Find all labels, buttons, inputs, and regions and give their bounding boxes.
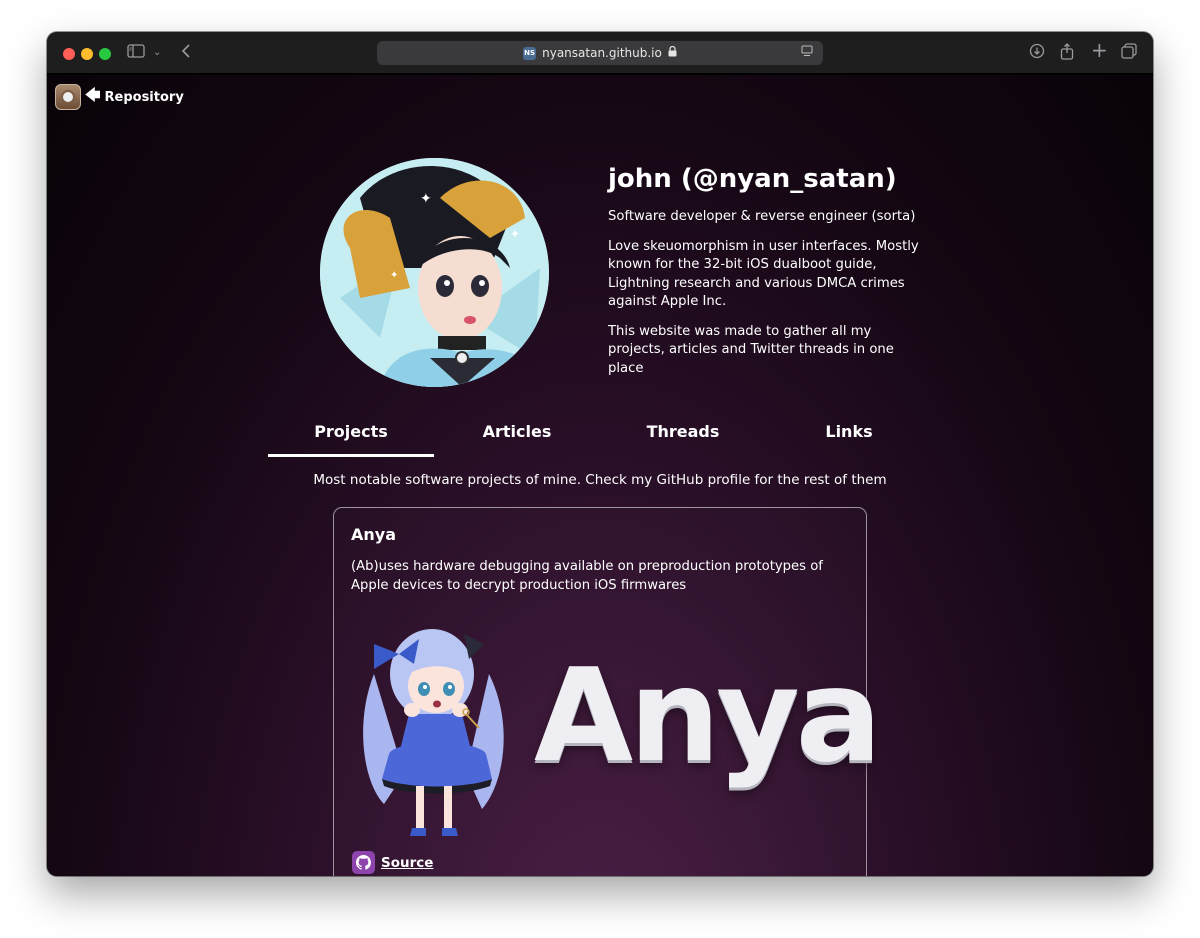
project-banner-logo-text: Anya xyxy=(534,642,882,791)
reader-mode-icon[interactable] xyxy=(801,45,813,60)
project-description: (Ab)uses hardware debugging available on… xyxy=(351,559,823,593)
project-banner: Anya xyxy=(354,614,882,846)
source-label: Source xyxy=(381,854,434,871)
zoom-window-button[interactable] xyxy=(99,48,111,60)
tab-overview-icon[interactable] xyxy=(1121,43,1137,64)
section-tabs: Projects Articles Threads Links xyxy=(268,421,932,457)
chevron-down-icon[interactable]: ⌄ xyxy=(153,43,161,63)
svg-text:✦: ✦ xyxy=(510,227,520,241)
tab-links[interactable]: Links xyxy=(766,421,932,457)
new-tab-icon[interactable]: + xyxy=(1091,40,1108,60)
source-link[interactable]: Source xyxy=(352,851,433,874)
profile-tagline: Software developer & reverse engineer (s… xyxy=(608,209,916,224)
download-icon[interactable] xyxy=(1029,43,1045,64)
arrow-left-icon: 🡄 xyxy=(85,85,101,104)
tab-projects[interactable]: Projects xyxy=(268,421,434,457)
lock-icon xyxy=(668,45,677,60)
minimize-window-button[interactable] xyxy=(81,48,93,60)
url-text: nyansatan.github.io xyxy=(542,46,662,60)
close-window-button[interactable] xyxy=(63,48,75,60)
tab-articles[interactable]: Articles xyxy=(434,421,600,457)
page-content: 🡄 Repository ✦ ✦ ✦ john (@nyan_satan) So… xyxy=(47,75,1153,876)
svg-text:✦: ✦ xyxy=(420,191,432,207)
repository-link[interactable]: 🡄 Repository xyxy=(55,84,184,110)
svg-text:✦: ✦ xyxy=(390,270,398,281)
sidebar-icon[interactable] xyxy=(127,43,145,63)
github-icon xyxy=(352,851,375,874)
project-title: Anya xyxy=(351,525,396,544)
browser-window: ⌄ NS nyansatan.github.io + 🡄 Repository … xyxy=(47,32,1153,876)
profile-name: john (@nyan_satan) xyxy=(608,164,897,194)
projects-intro: Most notable software projects of mine. … xyxy=(313,472,887,488)
address-bar[interactable]: NS nyansatan.github.io xyxy=(377,41,823,65)
site-favicon-icon: NS xyxy=(523,46,537,60)
repository-icon xyxy=(55,84,81,110)
back-icon[interactable] xyxy=(181,43,191,63)
avatar: ✦ ✦ ✦ xyxy=(320,158,549,387)
profile-about: This website was made to gather all my p… xyxy=(608,323,894,376)
tab-threads[interactable]: Threads xyxy=(600,421,766,457)
project-card: Anya (Ab)uses hardware debugging availab… xyxy=(333,507,882,876)
profile-bio: Love skeuomorphism in user interfaces. M… xyxy=(608,238,919,310)
repository-label: Repository xyxy=(104,89,184,105)
browser-toolbar: ⌄ NS nyansatan.github.io + xyxy=(47,32,1153,74)
share-icon[interactable] xyxy=(1060,43,1074,65)
profile-info: john (@nyan_satan) Software developer & … xyxy=(608,162,928,389)
